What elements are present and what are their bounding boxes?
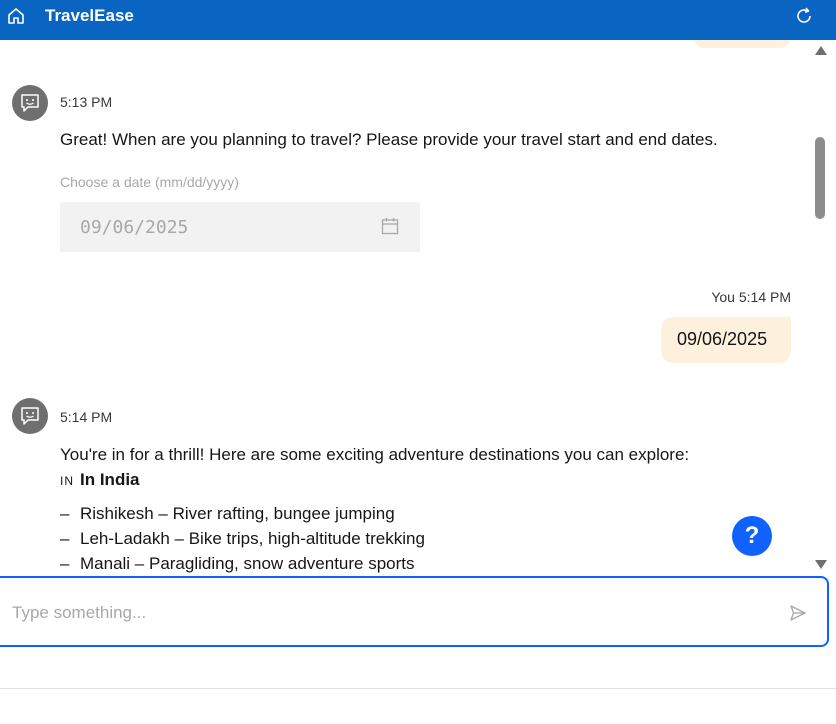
app-title: TravelEase [45,6,134,25]
destination-text: Leh-Ladakh – Bike trips, high-altitude t… [80,529,425,548]
calendar-icon[interactable] [381,217,399,235]
flag-india-icon: IN [60,474,74,488]
date-picker-input[interactable]: 09/06/2025 [60,202,420,252]
bot-message-text: You're in for a thrill! Here are some ex… [60,445,690,464]
home-icon[interactable] [6,6,26,26]
list-dash: – [60,529,70,548]
country-name: In India [80,470,140,489]
scroll-down-arrow-icon[interactable] [815,560,827,569]
user-message-meta: You 5:14 PM [711,289,791,305]
help-button-label: ? [744,522,760,549]
scroll-thumb[interactable] [815,137,825,219]
message-timestamp: 5:13 PM [60,94,113,110]
previous-user-bubble [694,40,790,48]
bot-message-text: Great! When are you planning to travel? … [60,130,718,149]
message-input[interactable] [10,598,754,628]
bot-avatar [12,85,48,121]
list-dash: – [60,554,70,573]
refresh-icon[interactable] [794,6,814,26]
chat-transcript[interactable]: 5:13 PM Great! When are you planning to … [0,40,812,576]
message-composer[interactable] [0,576,829,647]
footer-divider [0,688,836,689]
message-timestamp: 5:14 PM [60,409,113,425]
list-dash: – [60,504,70,523]
list-item: – Rishikesh – River rafting, bungee jumpi… [60,504,395,524]
list-item: – Leh-Ladakh – Bike trips, high-altitude … [60,529,425,549]
help-button[interactable]: ? [732,516,772,556]
bot-avatar [12,398,48,434]
date-picker-label: Choose a date (mm/dd/yyyy) [60,174,239,190]
destination-text: Rishikesh – River rafting, bungee jumpin… [80,504,395,523]
user-message-bubble: 09/06/2025 [661,317,791,363]
chatbot-icon [21,94,39,112]
destination-text: Manali – Paragliding, snow adventure spo… [80,554,415,573]
send-icon[interactable] [789,604,807,622]
app-header: TravelEase [0,0,836,40]
date-picker-value: 09/06/2025 [80,217,189,238]
chat-scrollbar[interactable] [812,40,829,576]
user-message-text: 09/06/2025 [677,329,768,349]
list-item: – Manali – Paragliding, snow adventure sp… [60,554,415,574]
chatbot-icon [21,407,39,425]
country-heading: IN In India [60,470,140,490]
scroll-up-arrow-icon[interactable] [815,46,827,55]
